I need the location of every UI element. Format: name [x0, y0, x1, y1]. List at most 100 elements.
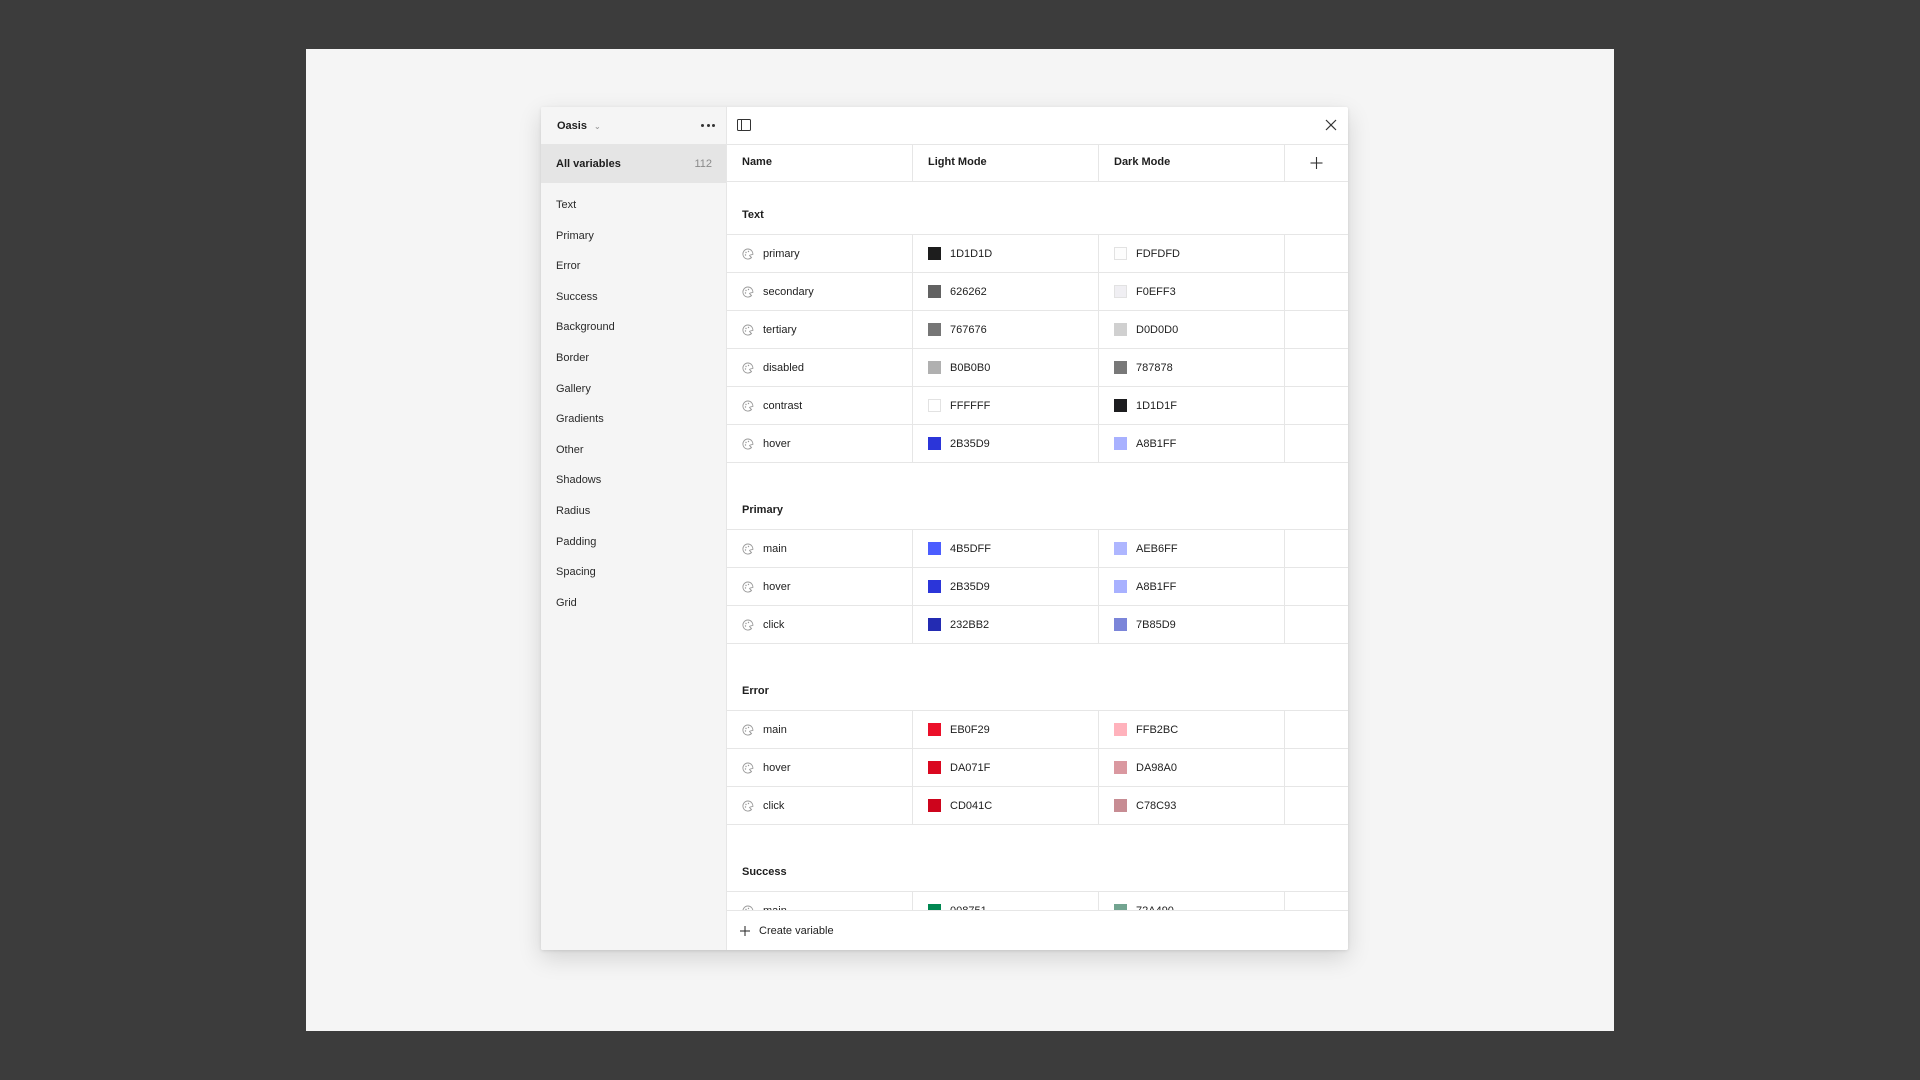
- light-mode-value-cell[interactable]: DA071F: [913, 749, 1099, 786]
- table-row[interactable]: hover 2B35D9 A8B1FF: [727, 425, 1348, 463]
- sidebar-item-radius[interactable]: Radius: [541, 496, 726, 527]
- collection-selector[interactable]: Oasis ⌄: [557, 120, 601, 132]
- plus-icon[interactable]: [1285, 144, 1348, 181]
- table-row[interactable]: click CD041C C78C93: [727, 787, 1348, 825]
- sidebar-item-success[interactable]: Success: [541, 282, 726, 313]
- variable-name-cell[interactable]: main: [727, 530, 913, 567]
- sidebar-item-gradients[interactable]: Gradients: [541, 404, 726, 435]
- close-icon[interactable]: [1324, 118, 1338, 132]
- dark-mode-value: A8B1FF: [1136, 580, 1177, 593]
- variable-name-cell[interactable]: disabled: [727, 349, 913, 386]
- dark-mode-value-cell[interactable]: DA98A0: [1099, 749, 1285, 786]
- sidebar-item-primary[interactable]: Primary: [541, 221, 726, 252]
- dark-mode-value-cell[interactable]: FDFDFD: [1099, 235, 1285, 272]
- variable-name-cell[interactable]: hover: [727, 425, 913, 462]
- light-mode-value-cell[interactable]: 4B5DFF: [913, 530, 1099, 567]
- table-row[interactable]: main00875172A490: [727, 892, 1348, 910]
- dark-mode-value-cell[interactable]: A8B1FF: [1099, 425, 1285, 462]
- light-mode-value-cell[interactable]: 767676: [913, 311, 1099, 348]
- light-mode-value-cell[interactable]: EB0F29: [913, 711, 1099, 748]
- light-mode-value: EB0F29: [950, 723, 990, 736]
- color-swatch: [1114, 247, 1127, 260]
- variable-name-cell[interactable]: contrast: [727, 387, 913, 424]
- light-mode-value-cell[interactable]: 2B35D9: [913, 425, 1099, 462]
- dark-mode-value-cell[interactable]: C78C93: [1099, 787, 1285, 824]
- dark-mode-value: C78C93: [1136, 799, 1177, 812]
- table-footer: Create variable: [727, 910, 1348, 950]
- color-variable-icon: [742, 543, 754, 554]
- table-row[interactable]: contrast FFFFFF 1D1D1F: [727, 387, 1348, 425]
- light-mode-value-cell[interactable]: 232BB2: [913, 606, 1099, 643]
- table-row[interactable]: click 232BB2 7B85D9: [727, 606, 1348, 644]
- dark-mode-value: 1D1D1F: [1136, 399, 1177, 412]
- light-mode-value-cell[interactable]: 008751: [913, 892, 1099, 910]
- table-row[interactable]: secondary 626262 F0EFF3: [727, 273, 1348, 311]
- column-header: Name Light Mode Dark Mode: [727, 144, 1348, 182]
- create-variable-label: Create variable: [759, 925, 834, 937]
- column-name[interactable]: Name: [727, 144, 913, 181]
- column-light-mode[interactable]: Light Mode: [913, 144, 1099, 181]
- variable-name-cell[interactable]: primary: [727, 235, 913, 272]
- color-swatch: [1114, 285, 1127, 298]
- dark-mode-value: D0D0D0: [1136, 323, 1179, 336]
- variable-name-cell[interactable]: main: [727, 711, 913, 748]
- table-row[interactable]: hover DA071F DA98A0: [727, 749, 1348, 787]
- variable-name-cell[interactable]: main: [727, 892, 913, 910]
- more-icon[interactable]: [700, 121, 716, 131]
- dark-mode-value-cell[interactable]: 7B85D9: [1099, 606, 1285, 643]
- sidebar-toggle-icon[interactable]: [737, 119, 751, 131]
- table-row[interactable]: hover 2B35D9 A8B1FF: [727, 568, 1348, 606]
- sidebar-item-text[interactable]: Text: [541, 190, 726, 221]
- sidebar-item-gallery[interactable]: Gallery: [541, 374, 726, 405]
- sidebar-item-shadows[interactable]: Shadows: [541, 465, 726, 496]
- variable-name-cell[interactable]: click: [727, 606, 913, 643]
- empty-cell: [1285, 311, 1348, 348]
- variables-count: 112: [694, 158, 712, 170]
- table-row[interactable]: main 4B5DFF AEB6FF: [727, 530, 1348, 568]
- sidebar-item-padding[interactable]: Padding: [541, 527, 726, 558]
- sidebar-item-spacing[interactable]: Spacing: [541, 557, 726, 588]
- variable-name: main: [763, 542, 787, 555]
- table-row[interactable]: tertiary 767676 D0D0D0: [727, 311, 1348, 349]
- dark-mode-value-cell[interactable]: 1D1D1F: [1099, 387, 1285, 424]
- color-swatch: [1114, 437, 1127, 450]
- dark-mode-value-cell[interactable]: A8B1FF: [1099, 568, 1285, 605]
- dark-mode-value-cell[interactable]: 787878: [1099, 349, 1285, 386]
- dark-mode-value-cell[interactable]: D0D0D0: [1099, 311, 1285, 348]
- light-mode-value-cell[interactable]: 2B35D9: [913, 568, 1099, 605]
- variables-dialog: Oasis ⌄ All variables 112 Text Primary Err…: [541, 107, 1348, 950]
- table-row[interactable]: primary 1D1D1D FDFDFD: [727, 235, 1348, 273]
- all-variables-item[interactable]: All variables 112: [541, 144, 726, 183]
- light-mode-value-cell[interactable]: 1D1D1D: [913, 235, 1099, 272]
- variable-name-cell[interactable]: hover: [727, 568, 913, 605]
- dark-mode-value-cell[interactable]: AEB6FF: [1099, 530, 1285, 567]
- dark-mode-value-cell[interactable]: 72A490: [1099, 892, 1285, 910]
- sidebar-item-error[interactable]: Error: [541, 251, 726, 282]
- dark-mode-value: FFB2BC: [1136, 723, 1179, 736]
- variable-name-cell[interactable]: hover: [727, 749, 913, 786]
- create-variable-button[interactable]: Create variable: [739, 911, 834, 950]
- dark-mode-value-cell[interactable]: F0EFF3: [1099, 273, 1285, 310]
- variable-name-cell[interactable]: tertiary: [727, 311, 913, 348]
- dark-mode-value: F0EFF3: [1136, 285, 1176, 298]
- light-mode-value-cell[interactable]: 626262: [913, 273, 1099, 310]
- light-mode-value-cell[interactable]: B0B0B0: [913, 349, 1099, 386]
- sidebar-item-other[interactable]: Other: [541, 435, 726, 466]
- sidebar-item-background[interactable]: Background: [541, 312, 726, 343]
- sidebar-item-grid[interactable]: Grid: [541, 588, 726, 619]
- empty-cell: [1285, 606, 1348, 643]
- empty-cell: [1285, 711, 1348, 748]
- table-row[interactable]: disabled B0B0B0 787878: [727, 349, 1348, 387]
- column-dark-mode[interactable]: Dark Mode: [1099, 144, 1285, 181]
- light-mode-value-cell[interactable]: CD041C: [913, 787, 1099, 824]
- sidebar-item-border[interactable]: Border: [541, 343, 726, 374]
- dark-mode-value-cell[interactable]: FFB2BC: [1099, 711, 1285, 748]
- variable-name: disabled: [763, 361, 804, 374]
- color-swatch: [928, 618, 941, 631]
- dark-mode-value: DA98A0: [1136, 761, 1177, 774]
- variable-name: hover: [763, 437, 791, 450]
- light-mode-value-cell[interactable]: FFFFFF: [913, 387, 1099, 424]
- table-row[interactable]: main EB0F29 FFB2BC: [727, 711, 1348, 749]
- variable-name-cell[interactable]: secondary: [727, 273, 913, 310]
- variable-name-cell[interactable]: click: [727, 787, 913, 824]
